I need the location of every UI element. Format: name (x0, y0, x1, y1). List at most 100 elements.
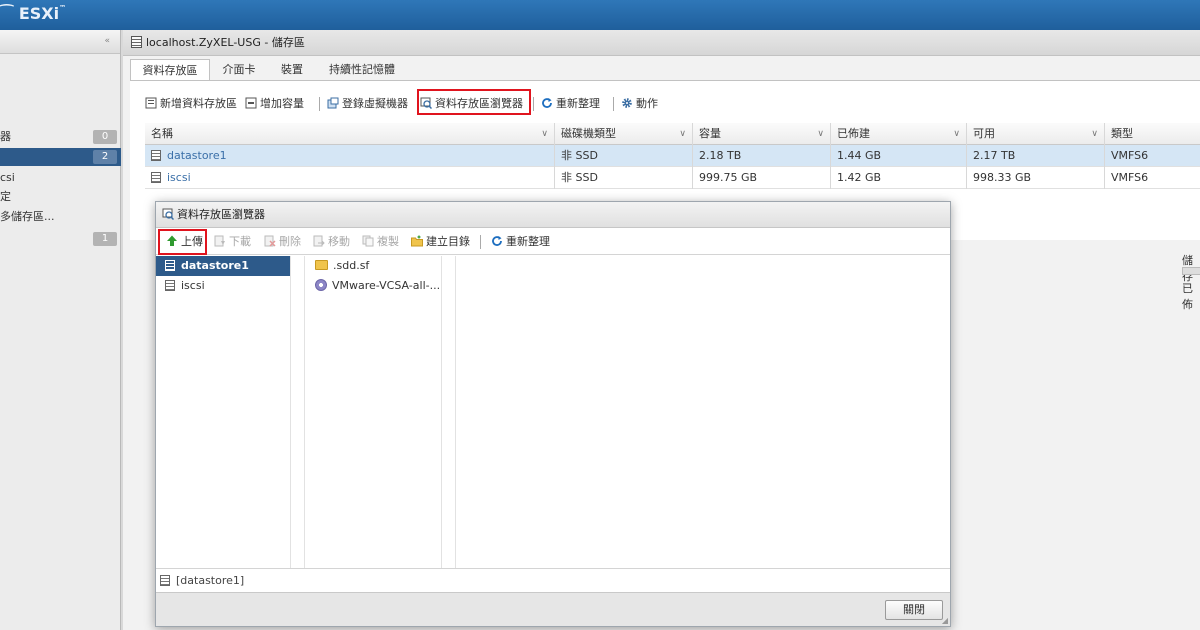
cell-drive-type: 非 SSD (555, 145, 693, 167)
dialog-footer: 關閉 ◢ (156, 592, 950, 626)
pane-gutter (291, 256, 305, 568)
usage-bar (1182, 267, 1200, 275)
toolbar-separator (613, 97, 614, 111)
browser-status-bar: [datastore1] (156, 568, 950, 592)
refresh-icon (492, 236, 502, 246)
cell-free: 2.17 TB (967, 145, 1105, 167)
column-header-provisioned[interactable]: 已佈建 ∨ (831, 123, 967, 145)
column-header-capacity[interactable]: 容量 ∨ (693, 123, 831, 145)
nav-item-networking[interactable]: 1 (0, 230, 121, 248)
datastore-icon (151, 150, 161, 161)
close-button[interactable]: 關閉 (885, 600, 943, 620)
new-datastore-label: 新增資料存放區 (160, 97, 237, 110)
storage-icon (131, 36, 142, 48)
datastore-item[interactable]: datastore1 (156, 256, 290, 276)
column-header-type[interactable]: 類型 (1105, 123, 1200, 145)
brand: ⁀ ESXi™ (0, 4, 66, 23)
browser-body: datastore1 iscsi ||| .sdd.sf VMware-VCSA… (156, 256, 950, 568)
download-icon (214, 235, 225, 247)
actions-button[interactable]: 動作 (621, 95, 658, 113)
cell-provisioned: 1.42 GB (831, 167, 967, 189)
nav-count-badge: 1 (93, 232, 117, 246)
chevron-down-icon: ∨ (817, 129, 824, 139)
nav-count-badge: 0 (93, 130, 117, 144)
refresh-button[interactable]: 重新整理 (541, 95, 600, 113)
create-directory-button[interactable]: 建立目錄 (411, 233, 470, 251)
table-header-row: 名稱 ∨ 磁碟機類型 ∨ 容量 ∨ 已佈建 ∨ 可用 ∨ 類型 (145, 123, 1200, 145)
navigator-header: « (0, 30, 120, 54)
tab-adapters[interactable]: 介面卡 (214, 59, 264, 80)
new-folder-icon (411, 235, 423, 247)
cell-free: 998.33 GB (967, 167, 1105, 189)
file-item[interactable]: VMware-VCSA-all-... (315, 276, 440, 296)
column-header-free[interactable]: 可用 ∨ (967, 123, 1105, 145)
register-vm-button[interactable]: 登錄虛擬機器 (327, 95, 408, 113)
resize-grip-icon[interactable]: ◢ (942, 616, 948, 625)
gear-icon (622, 98, 632, 108)
cell-type: VMFS6 (1111, 171, 1149, 184)
column-header-name[interactable]: 名稱 ∨ (145, 123, 555, 145)
table-row[interactable]: datastore1 非 SSD 2.18 TB 1.44 GB 2.17 TB… (145, 145, 1200, 167)
toolbar-separator (480, 235, 481, 249)
tab-devices[interactable]: 裝置 (270, 59, 314, 80)
dialog-title: 資料存放區瀏覽器 (177, 208, 265, 221)
datastore-icon (151, 172, 161, 183)
dialog-title-bar: 資料存放區瀏覽器 (156, 202, 950, 228)
disc-image-icon (315, 279, 327, 291)
cell-drive-type: 非 SSD (555, 167, 693, 189)
panel-title-bar: localhost.ZyXEL-USG - 儲存區 (123, 30, 1200, 56)
browser-refresh-label: 重新整理 (506, 235, 550, 248)
top-header: ⁀ ESXi™ (0, 0, 1200, 30)
copy-icon (362, 235, 374, 247)
move-label: 移動 (328, 235, 350, 248)
delete-icon (264, 235, 276, 247)
delete-label: 刪除 (279, 235, 301, 248)
datastore-browser-dialog: 資料存放區瀏覽器 上傳 下載 刪除 移動 複製 建立目錄 重新整理 datast… (155, 201, 951, 627)
create-directory-label: 建立目錄 (426, 235, 470, 248)
folder-icon (315, 260, 328, 270)
cell-provisioned: 1.44 GB (831, 145, 967, 167)
datastore-browser-icon (162, 208, 174, 220)
nav-item-label: 器 (0, 130, 11, 143)
nav-item-storage[interactable]: 2 (0, 148, 121, 166)
datastore-item[interactable]: iscsi (156, 276, 290, 296)
datastore-list-pane: datastore1 iscsi ||| (156, 256, 303, 568)
toolbar-separator (319, 97, 320, 111)
chevron-down-icon: ∨ (679, 129, 686, 139)
browser-refresh-button[interactable]: 重新整理 (491, 233, 550, 251)
new-datastore-button[interactable]: 新增資料存放區 (145, 95, 237, 113)
move-icon (313, 235, 325, 247)
page-title: localhost.ZyXEL-USG - 儲存區 (146, 36, 305, 49)
tab-datastores[interactable]: 資料存放區 (130, 59, 210, 80)
datastore-icon (160, 575, 170, 586)
file-details-pane (456, 256, 950, 568)
nav-item-settings[interactable]: 定 (0, 188, 121, 206)
copy-button[interactable]: 複製 (362, 233, 399, 251)
browser-toolbar: 上傳 下載 刪除 移動 複製 建立目錄 重新整理 (156, 229, 950, 255)
navigator-sidebar: « 器 0 2 csi 定 多儲存區... 1 (0, 30, 121, 630)
nav-item-label: 定 (0, 190, 11, 203)
delete-button[interactable]: 刪除 (264, 233, 301, 251)
nav-item-more-storage[interactable]: 多儲存區... (0, 208, 121, 226)
cell-name[interactable]: iscsi (145, 167, 555, 189)
toolbar-separator (533, 97, 534, 111)
cell-name[interactable]: datastore1 (145, 145, 555, 167)
move-button[interactable]: 移動 (313, 233, 350, 251)
column-header-drive-type[interactable]: 磁碟機類型 ∨ (555, 123, 693, 145)
download-button[interactable]: 下載 (214, 233, 251, 251)
register-vm-label: 登錄虛擬機器 (342, 97, 408, 110)
datastore-icon (165, 260, 175, 271)
nav-item-virtual-machines[interactable]: 器 0 (0, 128, 121, 146)
nav-item-label: csi (0, 171, 15, 184)
tab-persistent-memory[interactable]: 持續性記憶體 (320, 59, 404, 80)
collapse-icon[interactable]: « (104, 36, 110, 46)
table-row[interactable]: iscsi 非 SSD 999.75 GB 1.42 GB 998.33 GB … (145, 167, 1200, 189)
folder-contents-pane: .sdd.sf VMware-VCSA-all-... ||| (305, 256, 454, 568)
brand-name: ESXi (18, 4, 60, 23)
nav-item-iscsi[interactable]: csi (0, 169, 121, 187)
file-item[interactable]: .sdd.sf (315, 256, 369, 276)
highlight-box (158, 229, 207, 255)
chevron-down-icon: ∨ (953, 129, 960, 139)
increase-capacity-button[interactable]: 增加容量 (245, 95, 304, 113)
nav-count-badge: 2 (93, 150, 117, 164)
